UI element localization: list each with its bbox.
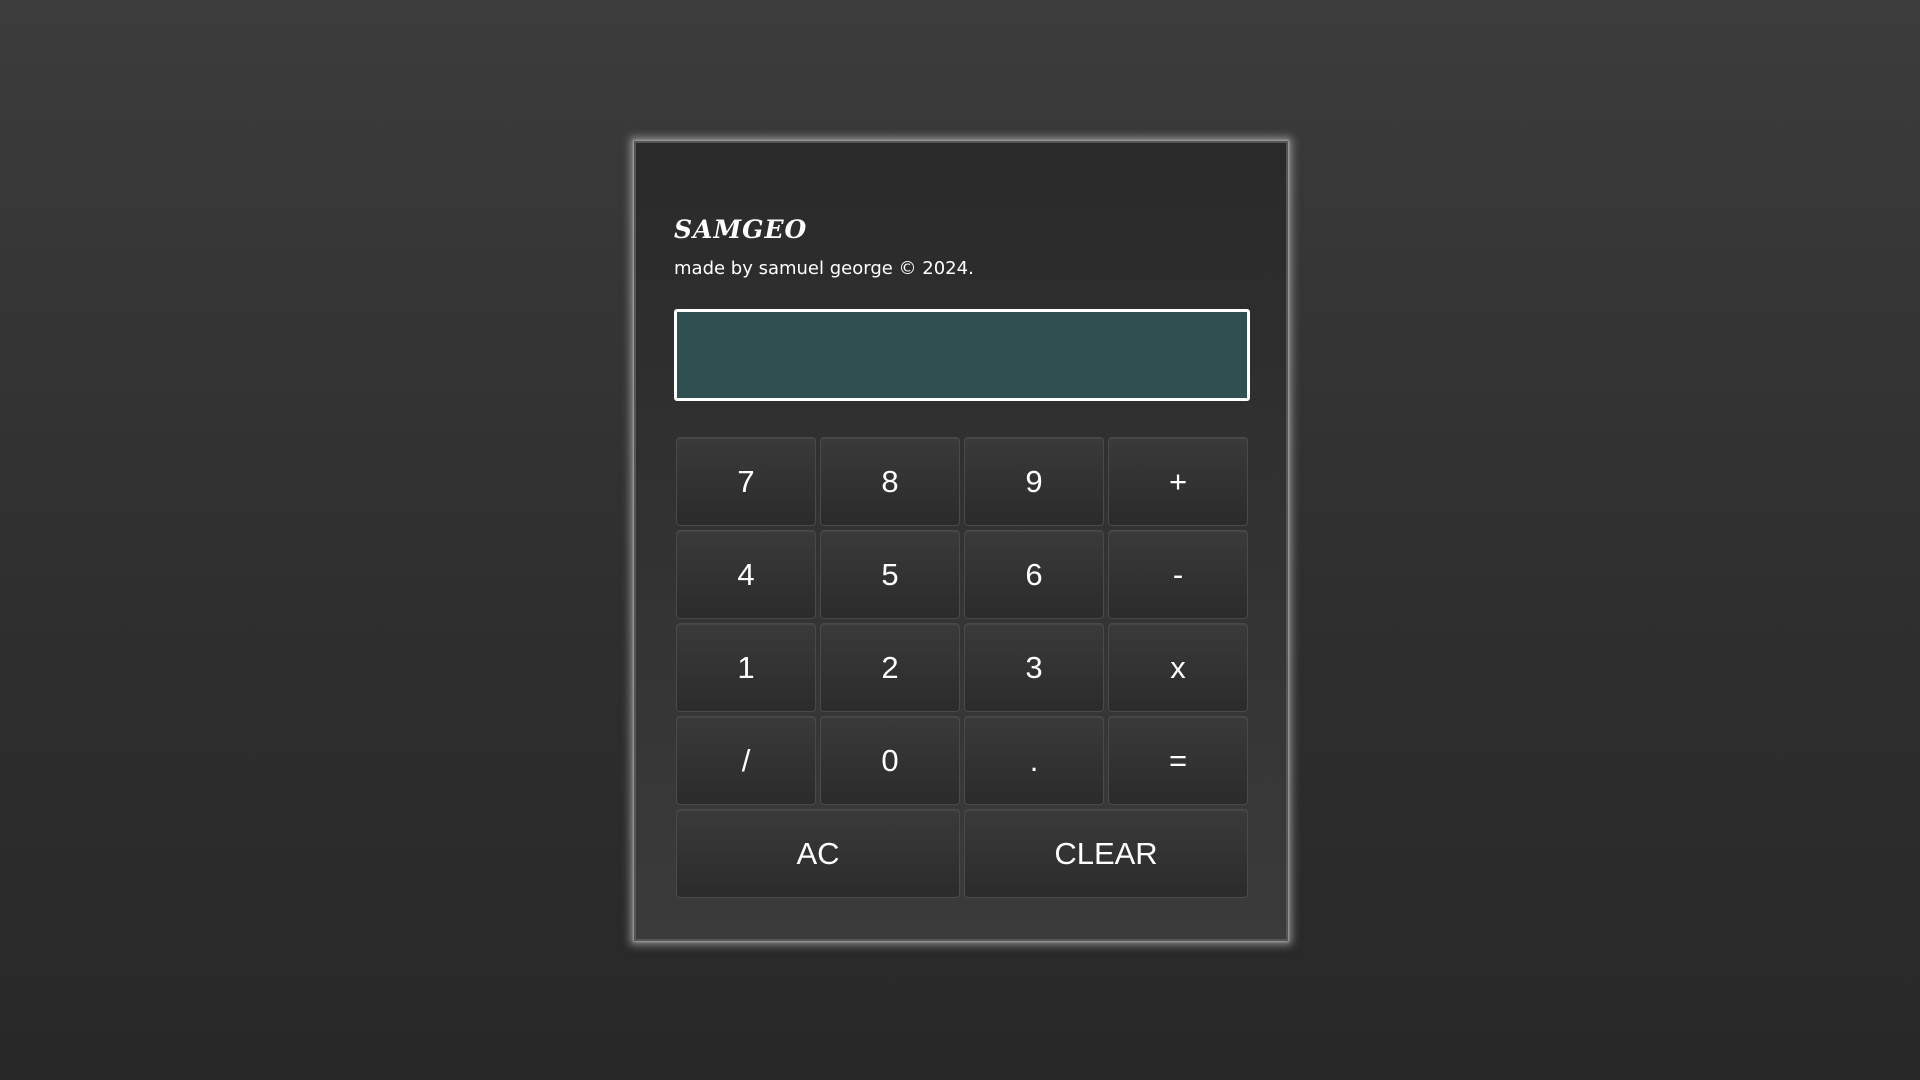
key-3[interactable]: 3: [964, 623, 1104, 712]
key-clear[interactable]: CLEAR: [964, 809, 1248, 898]
brand-logo: SAMGEO: [674, 215, 808, 244]
key-divide[interactable]: /: [676, 716, 816, 805]
key-9[interactable]: 9: [964, 437, 1104, 526]
key-equals[interactable]: =: [1108, 716, 1248, 805]
key-minus[interactable]: -: [1108, 530, 1248, 619]
credit-text: made by samuel george © 2024.: [674, 258, 974, 279]
key-6[interactable]: 6: [964, 530, 1104, 619]
key-5[interactable]: 5: [820, 530, 960, 619]
key-ac[interactable]: AC: [676, 809, 960, 898]
key-multiply[interactable]: x: [1108, 623, 1248, 712]
key-1[interactable]: 1: [676, 623, 816, 712]
key-8[interactable]: 8: [820, 437, 960, 526]
key-7[interactable]: 7: [676, 437, 816, 526]
key-decimal[interactable]: .: [964, 716, 1104, 805]
calculator-panel: SAMGEO made by samuel george © 2024. 7 8…: [634, 141, 1288, 941]
key-0[interactable]: 0: [820, 716, 960, 805]
key-plus[interactable]: +: [1108, 437, 1248, 526]
key-4[interactable]: 4: [676, 530, 816, 619]
key-2[interactable]: 2: [820, 623, 960, 712]
calculator-display[interactable]: [674, 309, 1250, 401]
keypad: 7 8 9 + 4 5 6 - 1 2 3 x / 0 . = AC CLEAR: [676, 437, 1248, 898]
